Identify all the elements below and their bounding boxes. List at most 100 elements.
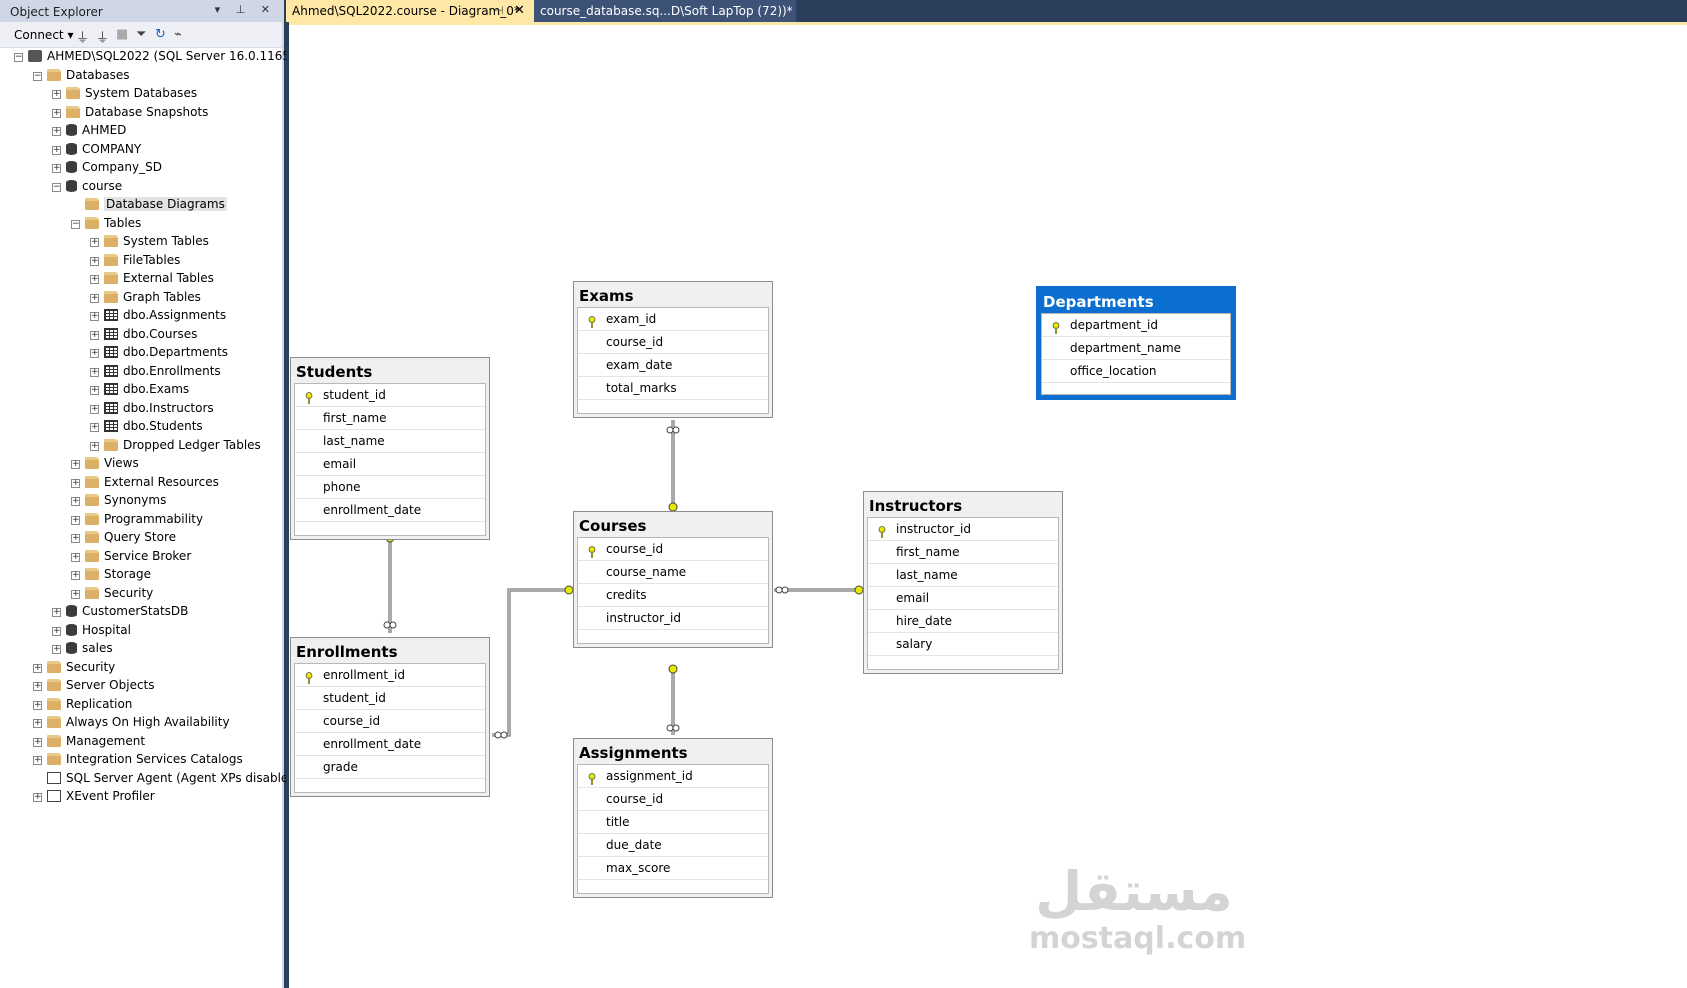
filter-icon[interactable]: ⏷ xyxy=(136,27,146,42)
column-row[interactable]: exam_id xyxy=(578,308,768,331)
expand-toggle-icon[interactable]: + xyxy=(52,108,61,118)
column-row[interactable]: email xyxy=(295,453,485,476)
expand-toggle-icon[interactable]: + xyxy=(71,460,80,469)
table-title[interactable]: Courses xyxy=(574,512,772,537)
tree-node[interactable]: + External Tables xyxy=(90,269,214,287)
expand-toggle-icon[interactable]: + xyxy=(52,608,61,617)
tree-node[interactable]: + Graph Tables xyxy=(90,288,201,306)
refresh-icon[interactable]: ↻ xyxy=(155,27,166,42)
collapse-toggle-icon[interactable]: − xyxy=(52,182,61,192)
column-row[interactable]: instructor_id xyxy=(578,607,768,630)
tree-node[interactable]: + System Tables xyxy=(90,232,209,250)
table-title[interactable]: Enrollments xyxy=(291,638,489,663)
tree-node[interactable]: + dbo.Assignments xyxy=(90,306,226,324)
expand-toggle-icon[interactable]: + xyxy=(90,275,99,284)
tab-diagram[interactable]: Ahmed\SQL2022.course - Diagram_0* ⊣ ✕ xyxy=(286,0,534,22)
expand-toggle-icon[interactable]: + xyxy=(71,497,80,506)
column-row[interactable]: last_name xyxy=(295,430,485,453)
expand-toggle-icon[interactable]: + xyxy=(52,145,61,155)
tree-node[interactable]: + Storage xyxy=(71,565,151,583)
expand-toggle-icon[interactable]: + xyxy=(52,626,61,636)
expand-toggle-icon[interactable]: + xyxy=(52,90,61,99)
tree-node[interactable]: + dbo.Instructors xyxy=(90,399,214,417)
expand-toggle-icon[interactable]: + xyxy=(90,312,99,321)
close-icon[interactable]: ✕ xyxy=(514,0,525,22)
tree-node[interactable]: − course xyxy=(52,177,122,195)
column-row[interactable]: phone xyxy=(295,476,485,499)
column-row[interactable]: salary xyxy=(868,633,1058,656)
column-row[interactable]: due_date xyxy=(578,834,768,857)
tree-node[interactable]: + Programmability xyxy=(71,510,203,528)
column-row[interactable]: first_name xyxy=(295,407,485,430)
tree-node[interactable]: Database Diagrams xyxy=(71,195,227,213)
tree-node[interactable]: + Security xyxy=(33,658,115,676)
column-row[interactable]: instructor_id xyxy=(868,518,1058,541)
activity-monitor-icon[interactable]: ⌁ xyxy=(174,27,182,42)
pin-icon[interactable]: ⊣ xyxy=(494,0,504,22)
column-row[interactable]: enrollment_date xyxy=(295,499,485,522)
tree-node[interactable]: + dbo.Courses xyxy=(90,325,197,343)
expand-toggle-icon[interactable]: + xyxy=(33,793,42,802)
tree-node[interactable]: − Tables xyxy=(71,214,141,232)
column-row[interactable]: enrollment_date xyxy=(295,733,485,756)
connect-plug-icon[interactable]: ⏚ xyxy=(76,27,89,46)
expand-toggle-icon[interactable]: + xyxy=(71,589,80,599)
expand-toggle-icon[interactable]: + xyxy=(71,571,80,580)
column-row[interactable]: course_id xyxy=(578,538,768,561)
column-row[interactable]: course_name xyxy=(578,561,768,584)
table-title[interactable]: Exams xyxy=(574,282,772,307)
tree-node[interactable]: + Database Snapshots xyxy=(52,103,208,121)
tree-node[interactable]: + Synonyms xyxy=(71,491,166,509)
table-students[interactable]: Students student_id first_name last_name ema… xyxy=(290,357,490,540)
table-exams[interactable]: Exams exam_id course_id exam_date total_mark… xyxy=(573,281,773,418)
tree-node[interactable]: + dbo.Exams xyxy=(90,380,189,398)
column-row[interactable]: office_location xyxy=(1042,360,1230,383)
column-row[interactable]: enrollment_id xyxy=(295,664,485,687)
expand-toggle-icon[interactable]: + xyxy=(33,700,42,710)
tree-node[interactable]: SQL Server Agent (Agent XPs disabled) xyxy=(33,769,301,787)
expand-toggle-icon[interactable]: + xyxy=(90,238,99,247)
expand-toggle-icon[interactable]: + xyxy=(33,756,42,765)
expand-toggle-icon[interactable]: + xyxy=(90,367,99,377)
stop-icon[interactable]: ■ xyxy=(116,27,128,42)
tree-node[interactable]: + Service Broker xyxy=(71,547,191,565)
expand-toggle-icon[interactable]: + xyxy=(90,330,99,340)
expand-toggle-icon[interactable]: + xyxy=(52,645,61,654)
diagram-canvas[interactable]: Students student_id first_name last_name ema… xyxy=(286,22,1687,988)
tree-node[interactable]: + Hospital xyxy=(52,621,131,639)
expand-toggle-icon[interactable]: + xyxy=(90,386,99,395)
table-departments[interactable]: Departments department_id department_name o… xyxy=(1036,286,1236,400)
collapse-toggle-icon[interactable]: − xyxy=(71,219,80,229)
expand-toggle-icon[interactable]: + xyxy=(90,404,99,414)
column-row[interactable]: hire_date xyxy=(868,610,1058,633)
tree-node[interactable]: + Integration Services Catalogs xyxy=(33,750,243,768)
expand-toggle-icon[interactable]: + xyxy=(90,256,99,266)
column-row[interactable]: first_name xyxy=(868,541,1058,564)
connect-dropdown-button[interactable]: Connect ▾ xyxy=(14,28,73,42)
expand-toggle-icon[interactable]: + xyxy=(52,127,61,136)
table-assignments[interactable]: Assignments assignment_id course_id title du… xyxy=(573,738,773,898)
expand-toggle-icon[interactable]: + xyxy=(71,478,80,488)
tree-node[interactable]: + System Databases xyxy=(52,84,197,102)
column-row[interactable]: course_id xyxy=(578,788,768,811)
tree-node[interactable]: + Server Objects xyxy=(33,676,155,694)
tree-node[interactable]: + Management xyxy=(33,732,145,750)
expand-toggle-icon[interactable]: + xyxy=(90,293,99,303)
table-title[interactable]: Departments xyxy=(1038,288,1234,313)
expand-toggle-icon[interactable]: + xyxy=(52,164,61,173)
tree-node[interactable]: + External Resources xyxy=(71,473,219,491)
tree-node[interactable]: + Replication xyxy=(33,695,132,713)
tree-node[interactable]: + AHMED xyxy=(52,121,126,139)
expand-toggle-icon[interactable]: + xyxy=(33,663,42,673)
tree-node[interactable]: + Company_SD xyxy=(52,158,162,176)
column-row[interactable]: email xyxy=(868,587,1058,610)
column-row[interactable]: course_id xyxy=(578,331,768,354)
column-row[interactable]: max_score xyxy=(578,857,768,880)
expand-toggle-icon[interactable]: + xyxy=(71,534,80,543)
expand-toggle-icon[interactable]: + xyxy=(90,349,99,358)
column-row[interactable]: department_name xyxy=(1042,337,1230,360)
disconnect-plug-icon[interactable]: ⏚ xyxy=(96,27,109,46)
column-row[interactable]: department_id xyxy=(1042,314,1230,337)
tree-node[interactable]: + FileTables xyxy=(90,251,180,269)
column-row[interactable]: grade xyxy=(295,756,485,779)
